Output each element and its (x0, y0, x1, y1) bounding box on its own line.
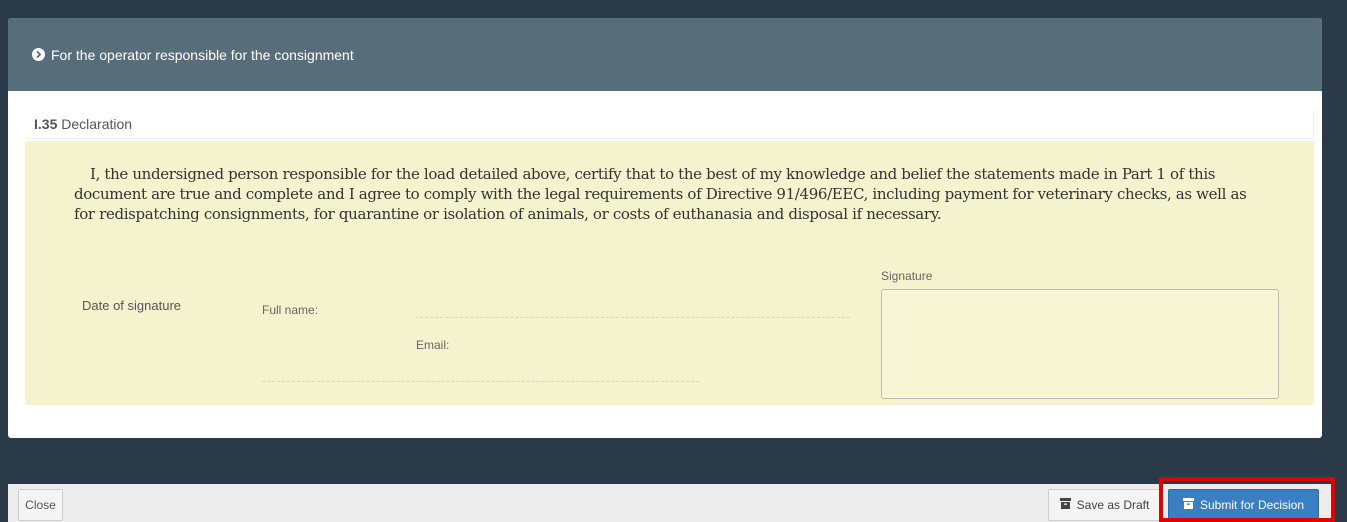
modal-footer: Close Save as Draft Submit for Decision (8, 484, 1334, 522)
section-label: I.35 Declaration (25, 110, 1314, 139)
chevron-circle-right-icon (32, 48, 45, 61)
declaration-section: I.35 Declaration I, the undersigned pers… (25, 110, 1314, 405)
signature-box[interactable] (881, 289, 1279, 399)
save-draft-label: Save as Draft (1076, 498, 1150, 512)
submit-highlight-frame (1159, 477, 1335, 522)
close-button[interactable]: Close (18, 489, 63, 521)
archive-icon (1059, 498, 1071, 512)
full-name-field[interactable] (415, 317, 850, 318)
date-of-signature-label: Date of signature (82, 298, 182, 313)
modal-header[interactable]: For the operator responsible for the con… (8, 18, 1322, 91)
close-button-label: Close (25, 498, 56, 512)
modal-header-title: For the operator responsible for the con… (51, 46, 354, 63)
email-field[interactable] (262, 381, 699, 382)
full-name-label: Full name: (262, 303, 319, 317)
section-title: Declaration (61, 116, 133, 132)
section-code: I.35 (34, 116, 58, 132)
signature-label: Signature (881, 269, 933, 283)
declaration-text: I, the undersigned person responsible fo… (74, 165, 1247, 223)
save-draft-button[interactable]: Save as Draft (1048, 489, 1161, 521)
declaration-box: I, the undersigned person responsible fo… (25, 141, 1314, 405)
email-label: Email: (416, 338, 450, 352)
declaration-modal: For the operator responsible for the con… (8, 18, 1322, 438)
